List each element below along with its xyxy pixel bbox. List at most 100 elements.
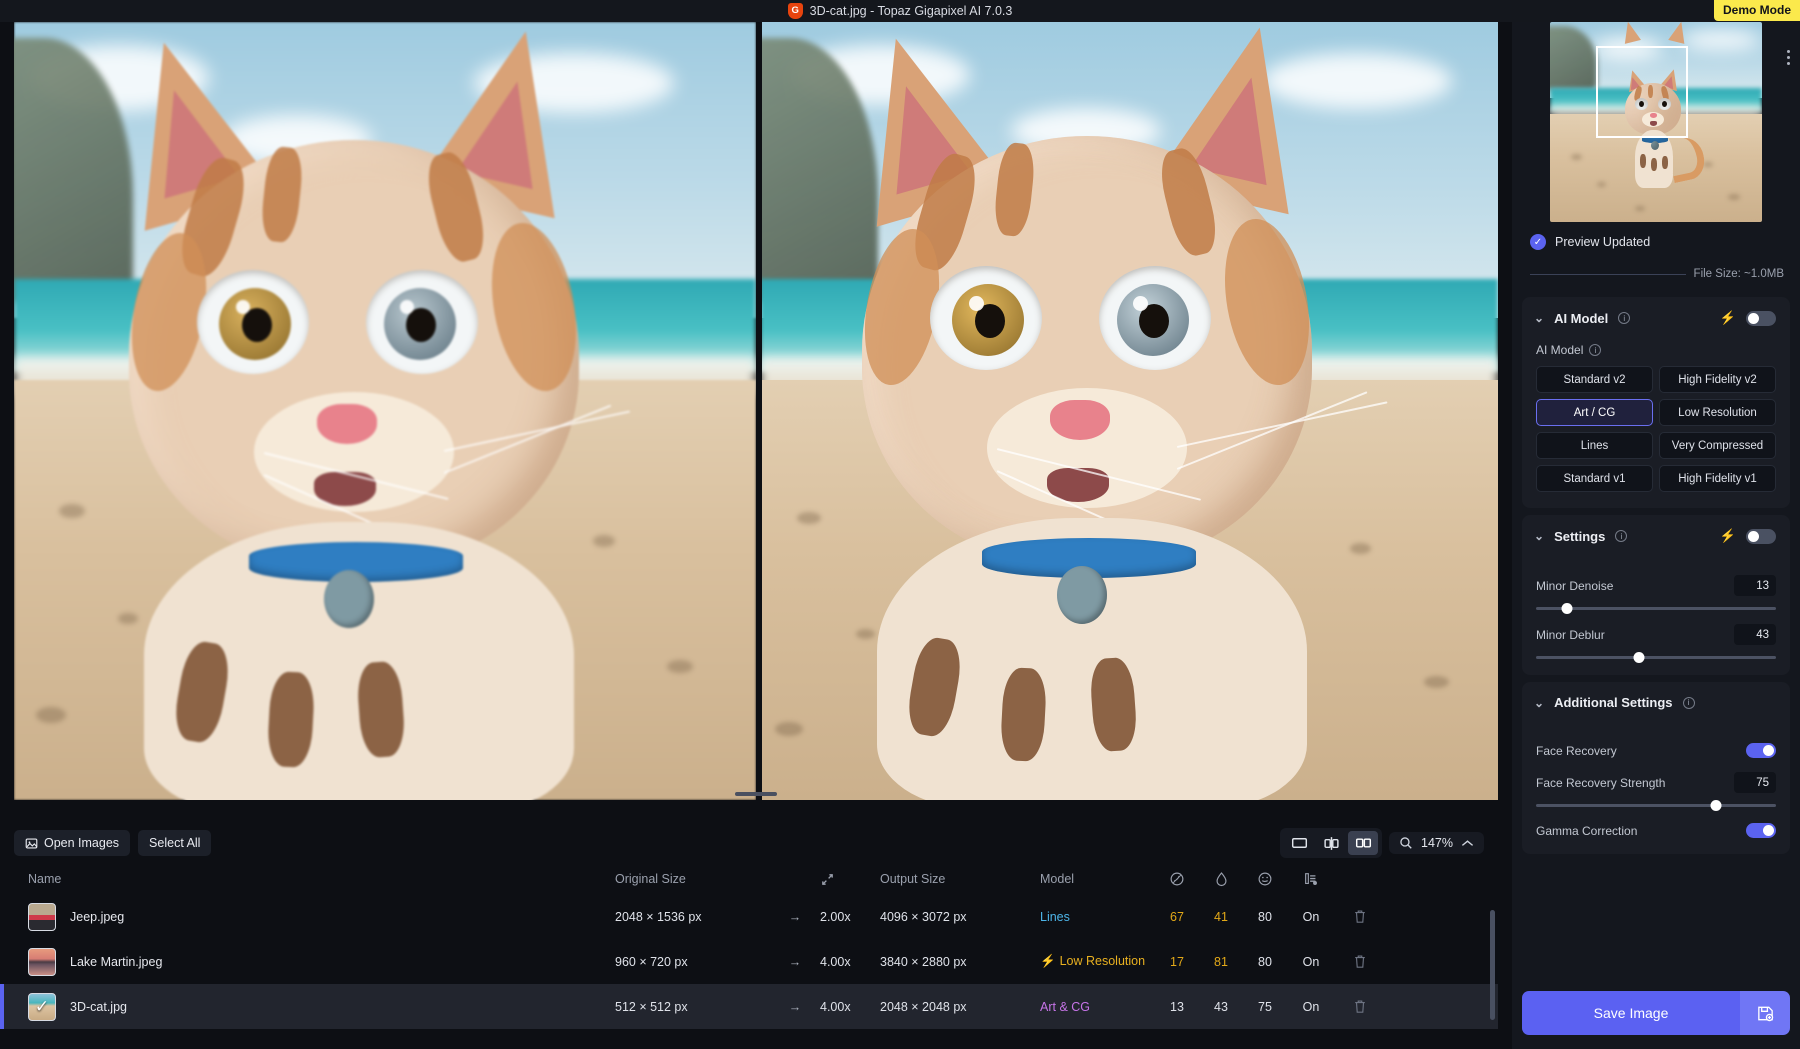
delete-row-button[interactable] — [1335, 999, 1385, 1014]
chevron-up-icon[interactable] — [1461, 839, 1474, 848]
column-header-color-icon[interactable] — [1287, 871, 1335, 887]
more-options-icon[interactable] — [1787, 50, 1790, 65]
face-recovery-value[interactable]: 80 — [1243, 910, 1287, 924]
column-header-original-size[interactable]: Original Size — [615, 872, 770, 886]
face-recovery-strength-value[interactable]: 75 — [1734, 772, 1776, 793]
lightning-icon: ⚡ — [1720, 528, 1736, 544]
denoise-value[interactable]: 81 — [1199, 955, 1243, 969]
delete-row-button[interactable] — [1335, 909, 1385, 924]
denoise-value[interactable]: 41 — [1199, 910, 1243, 924]
info-icon[interactable]: i — [1589, 344, 1601, 356]
table-row[interactable]: Lake Martin.jpeg 960 × 720 px → 4.00x 38… — [0, 939, 1498, 984]
model-option-high-fidelity-v2[interactable]: High Fidelity v2 — [1659, 366, 1776, 393]
info-icon[interactable]: i — [1618, 312, 1630, 324]
model-option-standard-v2[interactable]: Standard v2 — [1536, 366, 1653, 393]
output-size: 3840 × 2880 px — [880, 955, 1040, 969]
enhanced-image-pane[interactable] — [760, 22, 1498, 800]
minor-denoise-slider-row: Minor Denoise 13 — [1536, 575, 1776, 610]
side-by-side-view-button[interactable] — [1348, 831, 1378, 855]
column-header-name[interactable]: Name — [0, 872, 615, 886]
table-row[interactable]: ✓ 3D-cat.jpg 512 × 512 px → 4.00x 2048 ×… — [0, 984, 1498, 1029]
model-option-very-compressed[interactable]: Very Compressed — [1659, 432, 1776, 459]
file-thumbnail[interactable] — [28, 903, 56, 931]
model-name[interactable]: ⚡Low Resolution — [1040, 954, 1155, 969]
original-image-pane[interactable] — [14, 22, 756, 800]
single-view-button[interactable] — [1284, 831, 1314, 855]
preview-thumbnail[interactable] — [1550, 22, 1762, 222]
file-thumbnail[interactable] — [28, 948, 56, 976]
color-value[interactable]: On — [1287, 910, 1335, 924]
save-disk-icon[interactable] — [1740, 991, 1790, 1035]
column-header-sharpen-icon[interactable] — [1155, 871, 1199, 887]
split-view-button[interactable] — [1316, 831, 1346, 855]
additional-settings-title: Additional Settings — [1554, 695, 1672, 710]
additional-settings-card: ⌄ Additional Settings i Face Recovery Fa… — [1522, 682, 1790, 854]
face-recovery-label: Face Recovery — [1536, 744, 1617, 758]
scale-factor[interactable]: 2.00x — [820, 910, 880, 924]
additional-settings-card-header[interactable]: ⌄ Additional Settings i — [1522, 682, 1790, 723]
model-name[interactable]: Art & CG — [1040, 1000, 1155, 1014]
model-name[interactable]: Lines — [1040, 910, 1155, 924]
ai-model-toggle[interactable] — [1746, 311, 1776, 326]
column-header-model[interactable]: Model — [1040, 872, 1155, 886]
minor-deblur-track[interactable] — [1536, 656, 1776, 659]
zoom-control[interactable]: 147% — [1389, 832, 1484, 854]
open-images-button[interactable]: Open Images — [14, 830, 130, 856]
column-header-output-size[interactable]: Output Size — [880, 872, 1040, 886]
gamma-correction-toggle[interactable] — [1746, 823, 1776, 838]
crop-selection-box[interactable] — [1596, 46, 1688, 138]
face-recovery-strength-track[interactable] — [1536, 804, 1776, 807]
file-thumbnail[interactable]: ✓ — [28, 993, 56, 1021]
face-recovery-toggle[interactable] — [1746, 743, 1776, 758]
face-recovery-value[interactable]: 80 — [1243, 955, 1287, 969]
face-recovery-value[interactable]: 75 — [1243, 1000, 1287, 1014]
conversion-arrow-icon: → — [770, 1000, 820, 1014]
settings-card: ⌄ Settings i ⚡ Minor Denoise 13 Minor De… — [1522, 515, 1790, 675]
save-image-button[interactable]: Save Image — [1522, 991, 1740, 1035]
original-size: 2048 × 1536 px — [615, 910, 770, 924]
sharpen-value[interactable]: 67 — [1155, 910, 1199, 924]
face-recovery-strength-label: Face Recovery Strength — [1536, 776, 1665, 790]
column-header-face-icon[interactable] — [1243, 871, 1287, 887]
image-comparison-viewer[interactable] — [14, 22, 1498, 800]
model-option-high-fidelity-v1[interactable]: High Fidelity v1 — [1659, 465, 1776, 492]
minor-denoise-knob[interactable] — [1562, 603, 1573, 614]
color-value[interactable]: On — [1287, 1000, 1335, 1014]
open-images-label: Open Images — [44, 836, 119, 850]
comparison-divider[interactable] — [760, 22, 762, 800]
chevron-down-icon[interactable]: ⌄ — [1534, 696, 1544, 710]
info-icon[interactable]: i — [1615, 530, 1627, 542]
settings-toggle[interactable] — [1746, 529, 1776, 544]
table-scrollbar[interactable] — [1490, 910, 1495, 1020]
model-option-lines[interactable]: Lines — [1536, 432, 1653, 459]
thumbnail-check-icon: ✓ — [29, 994, 55, 1020]
window-title: 3D-cat.jpg - Topaz Gigapixel AI 7.0.3 — [810, 4, 1013, 18]
scale-factor[interactable]: 4.00x — [820, 1000, 880, 1014]
denoise-value[interactable]: 43 — [1199, 1000, 1243, 1014]
ai-model-card-header[interactable]: ⌄ AI Model i ⚡ — [1522, 297, 1790, 339]
model-option-standard-v1[interactable]: Standard v1 — [1536, 465, 1653, 492]
delete-row-button[interactable] — [1335, 954, 1385, 969]
settings-title: Settings — [1554, 529, 1605, 544]
info-icon[interactable]: i — [1683, 697, 1695, 709]
column-header-scale-icon[interactable] — [820, 872, 880, 887]
minor-denoise-label: Minor Denoise — [1536, 579, 1613, 593]
face-recovery-strength-knob[interactable] — [1711, 800, 1722, 811]
select-all-button[interactable]: Select All — [138, 830, 211, 856]
color-value[interactable]: On — [1287, 955, 1335, 969]
sharpen-value[interactable]: 17 — [1155, 955, 1199, 969]
minor-deblur-knob[interactable] — [1634, 652, 1645, 663]
chevron-down-icon[interactable]: ⌄ — [1534, 311, 1544, 325]
sharpen-value[interactable]: 13 — [1155, 1000, 1199, 1014]
minor-denoise-value[interactable]: 13 — [1734, 575, 1776, 596]
model-option-art-cg[interactable]: Art / CG — [1536, 399, 1653, 426]
table-row[interactable]: Jeep.jpeg 2048 × 1536 px → 2.00x 4096 × … — [0, 894, 1498, 939]
viewer-resize-handle[interactable] — [735, 792, 777, 796]
column-header-denoise-icon[interactable] — [1199, 871, 1243, 887]
scale-factor[interactable]: 4.00x — [820, 955, 880, 969]
minor-deblur-value[interactable]: 43 — [1734, 624, 1776, 645]
settings-card-header[interactable]: ⌄ Settings i ⚡ — [1522, 515, 1790, 557]
chevron-down-icon[interactable]: ⌄ — [1534, 529, 1544, 543]
model-option-low-resolution[interactable]: Low Resolution — [1659, 399, 1776, 426]
minor-denoise-track[interactable] — [1536, 607, 1776, 610]
